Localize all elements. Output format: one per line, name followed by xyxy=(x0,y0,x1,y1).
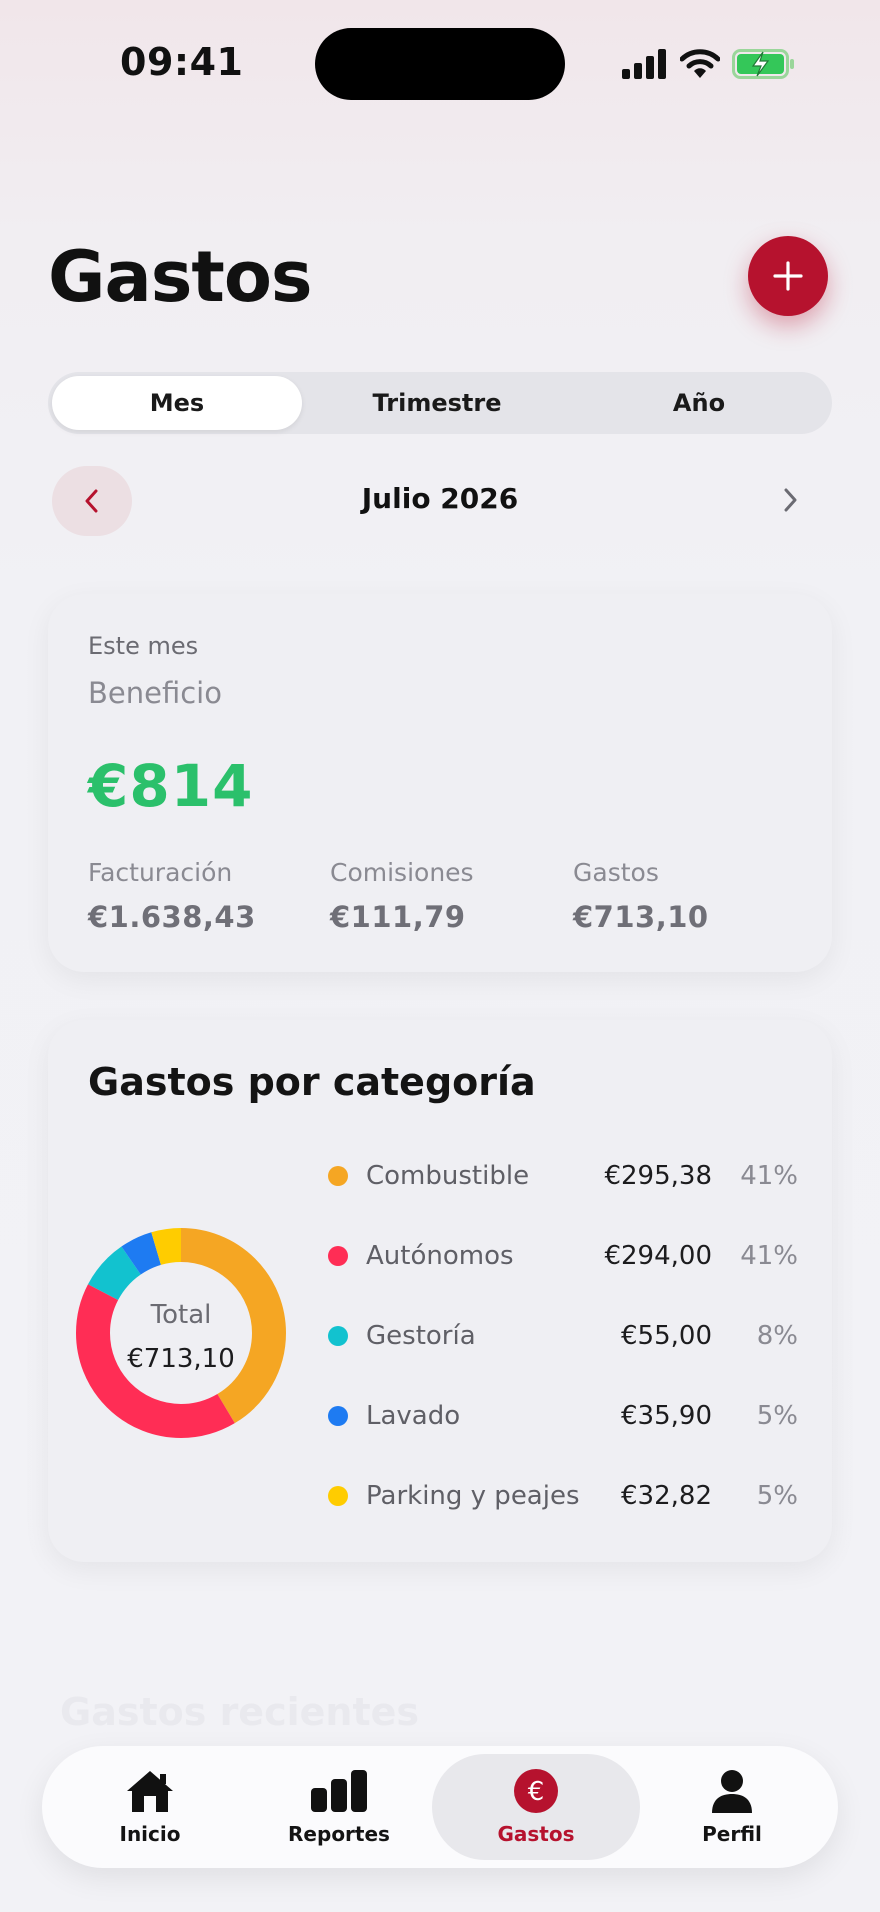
tab-reportes[interactable]: Reportes xyxy=(254,1754,424,1860)
category-percent: 5% xyxy=(756,1481,798,1511)
status-time: 09:41 xyxy=(120,40,244,84)
profit-summary-card: Este mes Beneficio €814 Facturación €1.6… xyxy=(48,594,832,972)
dynamic-island xyxy=(315,28,565,100)
category-amount: €35,90 xyxy=(621,1401,712,1431)
month-label: Julio 2026 xyxy=(361,482,519,515)
category-color-dot xyxy=(328,1166,348,1186)
profit-value: €814 xyxy=(88,752,254,820)
category-color-dot xyxy=(328,1246,348,1266)
plus-icon xyxy=(773,261,803,291)
category-row-combustible[interactable]: Combustible €295,38 41% xyxy=(328,1156,798,1196)
svg-text:€: € xyxy=(528,1777,545,1807)
category-card-title: Gastos por categoría xyxy=(88,1060,536,1104)
metric-label-facturacion: Facturación xyxy=(88,858,233,887)
metric-label-gastos: Gastos xyxy=(573,858,659,887)
category-name: Parking y peajes xyxy=(366,1481,580,1511)
category-color-dot xyxy=(328,1326,348,1346)
category-name: Autónomos xyxy=(366,1241,514,1271)
next-month-button[interactable] xyxy=(760,470,820,530)
category-amount: €55,00 xyxy=(621,1321,712,1351)
category-percent: 5% xyxy=(756,1401,798,1431)
category-row-parking[interactable]: Parking y peajes €32,82 5% xyxy=(328,1476,798,1516)
category-amount: €294,00 xyxy=(604,1241,712,1271)
category-color-dot xyxy=(328,1406,348,1426)
home-icon xyxy=(127,1771,173,1812)
category-percent: 41% xyxy=(740,1241,798,1271)
status-icons xyxy=(622,44,796,84)
page-title: Gastos xyxy=(48,236,313,318)
add-expense-button[interactable] xyxy=(748,236,828,316)
tab-label: Reportes xyxy=(288,1822,390,1846)
donut-total-value: €713,10 xyxy=(127,1344,235,1374)
category-breakdown-card: Gastos por categoría Total €713,10 Combu… xyxy=(48,1020,832,1562)
category-row-lavado[interactable]: Lavado €35,90 5% xyxy=(328,1396,798,1436)
period-label: Este mes xyxy=(88,632,199,660)
euro-icon: € xyxy=(514,1769,558,1813)
tab-mes[interactable]: Mes xyxy=(52,376,302,430)
period-segmented-control: Mes Trimestre Año xyxy=(48,372,832,434)
category-amount: €295,38 xyxy=(604,1161,712,1191)
tab-label: Inicio xyxy=(119,1822,181,1846)
recent-expenses-heading: Gastos recientes xyxy=(60,1690,420,1734)
category-name: Combustible xyxy=(366,1161,530,1191)
tab-label: Gastos xyxy=(497,1822,575,1846)
metric-value-gastos: €713,10 xyxy=(573,900,709,934)
bar-chart-icon xyxy=(311,1770,367,1812)
tab-ano[interactable]: Año xyxy=(572,376,826,430)
category-color-dot xyxy=(328,1486,348,1506)
tab-perfil[interactable]: Perfil xyxy=(654,1754,810,1860)
donut-total-label: Total xyxy=(150,1300,212,1330)
metric-label-comisiones: Comisiones xyxy=(330,858,474,887)
category-percent: 41% xyxy=(740,1161,798,1191)
category-row-gestoria[interactable]: Gestoría €55,00 8% xyxy=(328,1316,798,1356)
category-name: Lavado xyxy=(366,1401,461,1431)
category-percent: 8% xyxy=(756,1321,798,1351)
category-row-autonomos[interactable]: Autónomos €294,00 41% xyxy=(328,1236,798,1276)
metric-value-comisiones: €111,79 xyxy=(330,900,466,934)
chevron-right-icon xyxy=(784,488,797,512)
tab-inicio[interactable]: Inicio xyxy=(72,1754,228,1860)
profit-label: Beneficio xyxy=(88,676,222,710)
category-name: Gestoría xyxy=(366,1321,476,1351)
bottom-tab-bar: Inicio Reportes € Gastos Perfil xyxy=(42,1746,838,1868)
category-amount: €32,82 xyxy=(621,1481,712,1511)
tab-gastos[interactable]: € Gastos xyxy=(432,1754,640,1860)
person-icon xyxy=(712,1770,752,1813)
metric-value-facturacion: €1.638,43 xyxy=(88,900,256,934)
tab-trimestre[interactable]: Trimestre xyxy=(310,376,564,430)
battery-charging-icon xyxy=(732,49,794,79)
category-donut-chart xyxy=(76,1228,286,1438)
wifi-icon xyxy=(680,49,720,78)
tab-label: Perfil xyxy=(702,1822,762,1846)
signal-icon xyxy=(622,49,666,79)
